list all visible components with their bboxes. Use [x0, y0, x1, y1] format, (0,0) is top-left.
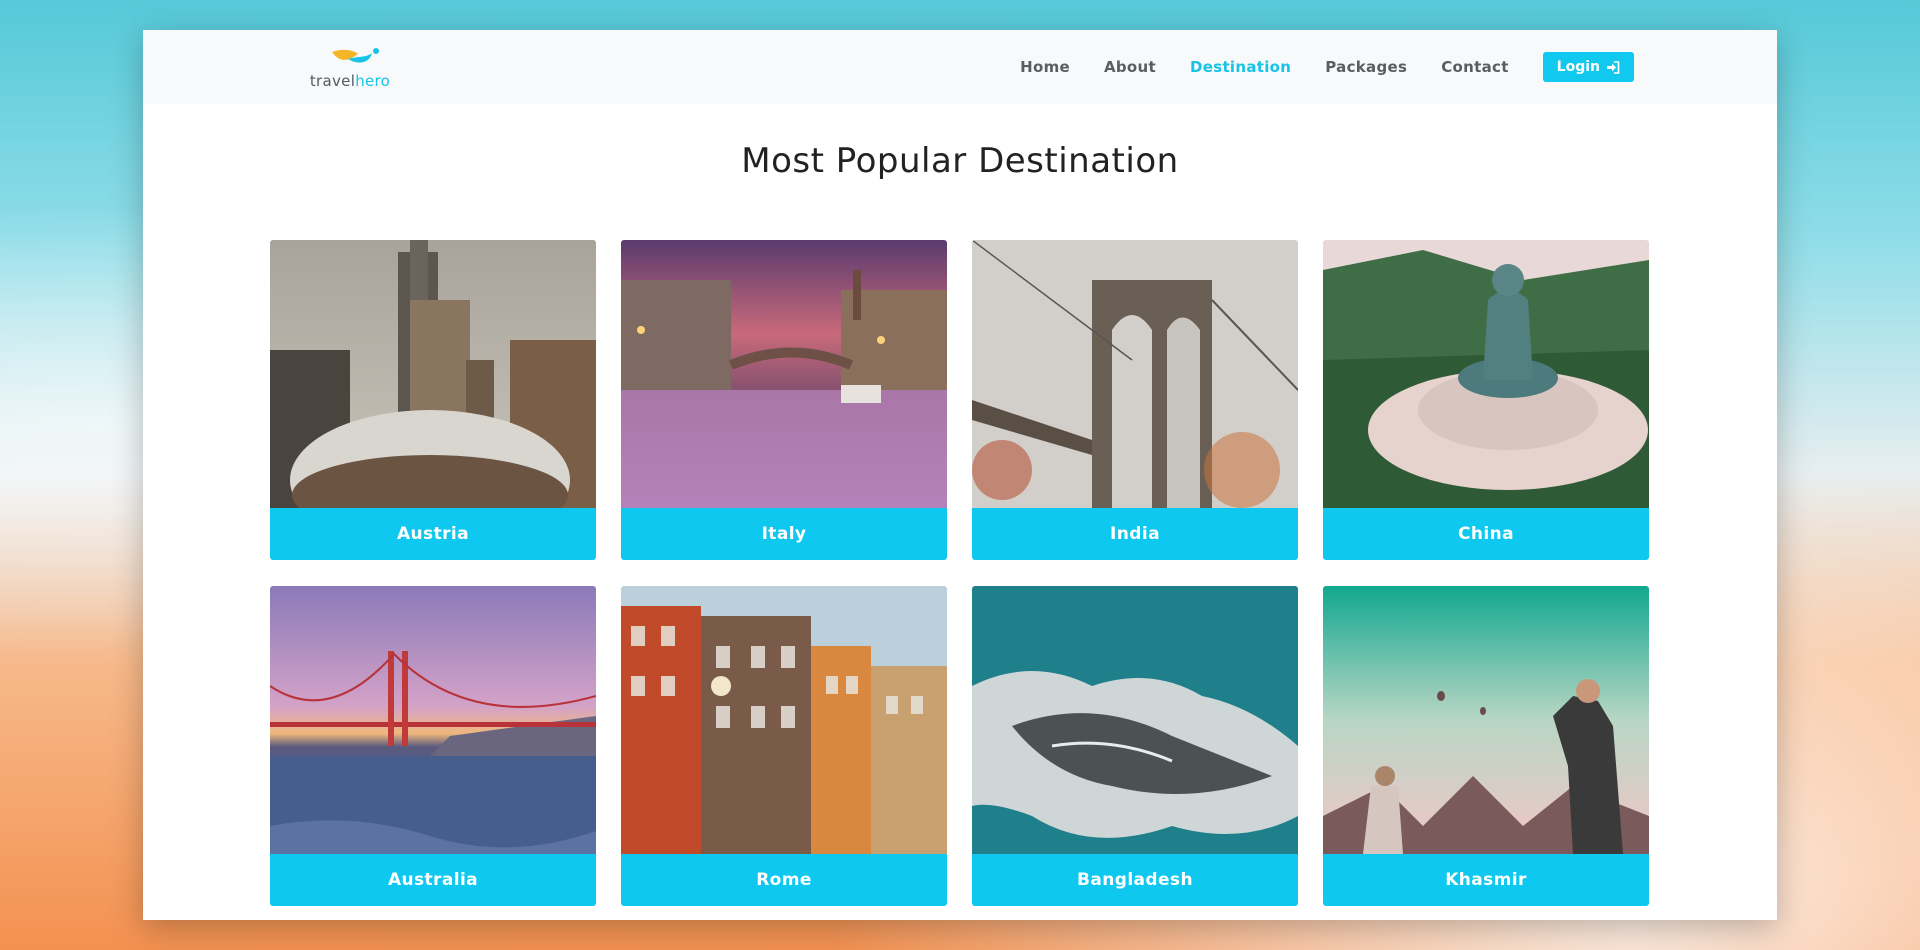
nav-contact[interactable]: Contact — [1441, 58, 1508, 76]
destination-image — [270, 240, 596, 508]
destination-name: Australia — [270, 854, 596, 906]
page-title: Most Popular Destination — [741, 141, 1179, 181]
destination-name: India — [972, 508, 1298, 560]
logo-mark-icon — [332, 47, 379, 63]
destination-card-india[interactable]: India — [972, 240, 1298, 560]
destination-image — [270, 586, 596, 854]
sign-in-icon — [1607, 60, 1620, 74]
navbar: travelhero Home About Destination Packag… — [143, 30, 1777, 104]
page-window: travelhero Home About Destination Packag… — [143, 30, 1777, 920]
destination-card-china[interactable]: China — [1323, 240, 1649, 560]
destination-image — [1323, 240, 1649, 508]
destination-name: China — [1323, 508, 1649, 560]
destination-card-italy[interactable]: Italy — [621, 240, 947, 560]
main-nav: Home About Destination Packages Contact … — [986, 52, 1634, 82]
logo-text: travelhero — [310, 73, 390, 89]
destination-image — [1323, 586, 1649, 854]
login-button[interactable]: Login — [1542, 52, 1634, 82]
logo-text-part1: travel — [309, 71, 356, 90]
destination-name: Bangladesh — [972, 854, 1298, 906]
logo[interactable]: travelhero — [291, 46, 409, 89]
nav-packages[interactable]: Packages — [1325, 58, 1407, 76]
destination-name: Italy — [621, 508, 947, 560]
logo-text-part2: hero — [355, 71, 391, 90]
destination-name: Austria — [270, 508, 596, 560]
destination-name: Khasmir — [1323, 854, 1649, 906]
destination-card-austria[interactable]: Austria — [270, 240, 596, 560]
destination-card-australia[interactable]: Australia — [270, 586, 596, 906]
nav-home[interactable]: Home — [1020, 58, 1070, 76]
destination-card-khasmir[interactable]: Khasmir — [1323, 586, 1649, 906]
login-label: Login — [1556, 59, 1600, 75]
destination-image — [621, 586, 947, 854]
destination-image — [972, 586, 1298, 854]
destination-image — [972, 240, 1298, 508]
destination-name: Rome — [621, 854, 947, 906]
nav-about[interactable]: About — [1104, 58, 1156, 76]
destination-image — [621, 240, 947, 508]
destination-card-bangladesh[interactable]: Bangladesh — [972, 586, 1298, 906]
nav-destination[interactable]: Destination — [1190, 58, 1291, 76]
destination-grid: Austria Italy India China Australia Rome… — [270, 240, 1649, 906]
destination-card-rome[interactable]: Rome — [621, 586, 947, 906]
